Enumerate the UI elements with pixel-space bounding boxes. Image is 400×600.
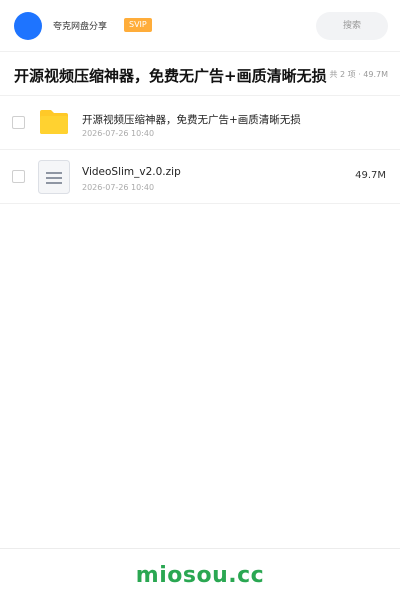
file-date: 2026-07-26 10:40: [82, 129, 155, 138]
row-checkbox[interactable]: [12, 116, 25, 129]
file-list: 开源视频压缩神器，免费无广告+画质清晰无损 2026-07-26 10:40 V…: [0, 96, 400, 204]
username[interactable]: 夸克网盘分享: [53, 19, 107, 32]
row-checkbox[interactable]: [12, 170, 25, 183]
footer: miosou.cc: [0, 548, 400, 600]
folder-meta: 共 2 项 · 49.7M: [329, 70, 388, 79]
page-title: 开源视频压缩神器，免费无广告+画质清晰无损: [14, 67, 327, 85]
file-name: 开源视频压缩神器，免费无广告+画质清晰无损: [82, 114, 301, 126]
header: 夸克网盘分享 SVIP 搜索: [0, 0, 400, 52]
file-date: 2026-07-26 10:40: [82, 183, 155, 192]
avatar[interactable]: [14, 12, 42, 40]
list-item[interactable]: VideoSlim_v2.0.zip 2026-07-26 10:40 49.7…: [0, 150, 400, 204]
folder-icon: [40, 110, 68, 134]
search-button[interactable]: 搜索: [316, 12, 388, 40]
share-page: 夸克网盘分享 SVIP 搜索 开源视频压缩神器，免费无广告+画质清晰无损 共 2…: [0, 0, 400, 600]
folder-titlebar: 开源视频压缩神器，免费无广告+画质清晰无损 共 2 项 · 49.7M: [0, 52, 400, 96]
svip-badge: SVIP: [124, 18, 152, 32]
zip-file-icon: [38, 160, 70, 194]
brand-watermark: miosou.cc: [135, 563, 265, 588]
file-name: VideoSlim_v2.0.zip: [82, 166, 181, 178]
file-size: 49.7M: [355, 170, 386, 181]
list-item[interactable]: 开源视频压缩神器，免费无广告+画质清晰无损 2026-07-26 10:40: [0, 96, 400, 150]
